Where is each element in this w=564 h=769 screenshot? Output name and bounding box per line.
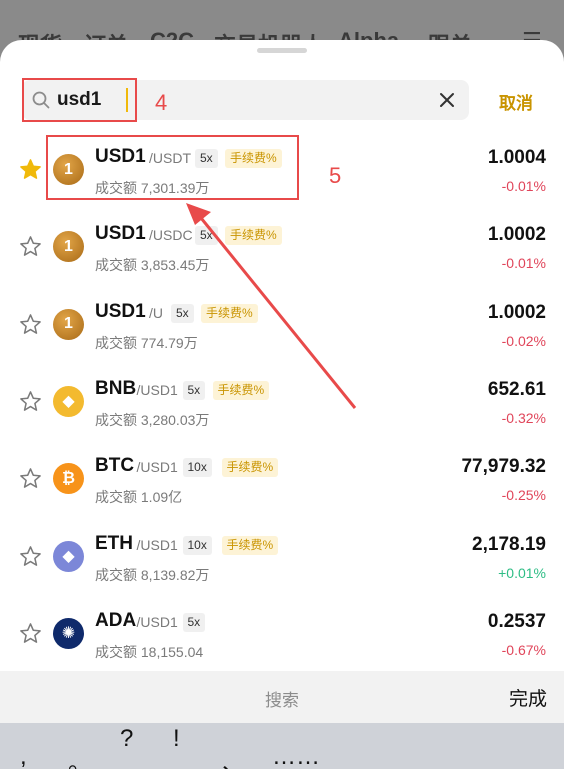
keyboard-toolbar: 搜索 完成 <box>0 671 564 723</box>
key-enumeration-comma[interactable]: 、 <box>222 743 246 769</box>
btc-coin-icon: ₿ <box>53 463 84 495</box>
star-icon[interactable] <box>19 390 42 413</box>
clear-icon[interactable] <box>438 91 456 109</box>
bnb-coin-icon: ◆ <box>53 385 84 417</box>
fee-badge: 手续费% <box>201 303 258 323</box>
price-text: 1.0004 <box>487 147 546 168</box>
pair-symbol: USD1 <box>95 300 146 322</box>
pair-symbol: BNB <box>95 377 137 399</box>
price-text: 652.61 <box>487 378 546 400</box>
drag-handle[interactable] <box>257 48 307 53</box>
star-icon[interactable] <box>19 622 42 645</box>
fee-badge: 手续费% <box>221 458 279 478</box>
volume-text: 成交额 3,853.45万 <box>95 257 210 274</box>
list-item[interactable]: ✺ ADA/USD1 5x 成交额 18,155.04 0.2537 -0.67% <box>0 604 564 680</box>
change-text: -0.01% <box>501 178 546 194</box>
annotation-box-search <box>22 78 137 122</box>
pair-quote: /USDC <box>149 227 193 244</box>
list-item[interactable]: ◆ BNB/USD1 5x 手续费% 成交额 3,280.03万 652.61 -0.32% <box>0 372 564 449</box>
list-item[interactable]: 1 USD1/USDC 5x 手续费% 成交额 3,853.45万 1.0002 -0.01… <box>0 217 564 294</box>
change-text: -0.25% <box>501 487 546 504</box>
leverage-badge: 10x <box>182 535 212 555</box>
list-item[interactable]: ₿ BTC/USD1 10x 手续费% 成交额 1.09亿 77,979.32 -0.25% <box>0 449 564 526</box>
usd1-coin-icon: 1 <box>53 308 84 340</box>
leverage-badge: 5x <box>195 226 218 246</box>
pair-quote: /U <box>149 304 163 321</box>
pair-quote: /USD1 <box>136 459 178 476</box>
keyboard-title: 搜索 <box>265 691 299 710</box>
volume-text: 成交额 774.79万 <box>95 334 198 351</box>
fee-badge: 手续费% <box>225 226 282 246</box>
star-icon[interactable] <box>19 158 42 181</box>
fee-badge: 手续费% <box>221 535 279 555</box>
annotation-number: 5 <box>329 163 342 188</box>
price-text: 0.2537 <box>487 610 546 632</box>
annotation-number: 4 <box>155 90 168 115</box>
list-item[interactable]: ◆ ETH/USD1 10x 手续费% 成交额 8,139.82万 2,178.19 +0.… <box>0 527 564 604</box>
pair-quote: /USD1 <box>136 613 178 630</box>
change-text: -0.32% <box>501 409 546 426</box>
change-text: -0.67% <box>501 641 546 658</box>
pair-quote: /USD1 <box>136 381 178 398</box>
pair-symbol: USD1 <box>95 223 146 245</box>
star-icon[interactable] <box>19 467 42 490</box>
price-text: 1.0002 <box>487 301 546 323</box>
leverage-badge: 5x <box>182 380 206 400</box>
ada-coin-icon: ✺ <box>53 617 84 649</box>
leverage-badge: 10x <box>182 458 212 478</box>
change-text: -0.02% <box>501 332 546 349</box>
fee-badge: 手续费% <box>212 380 270 400</box>
eth-coin-icon: ◆ <box>53 540 84 572</box>
usd1-coin-icon: 1 <box>53 231 84 263</box>
price-text: 1.0002 <box>487 224 546 246</box>
annotation-box-result <box>46 135 299 200</box>
key-question[interactable]: ? <box>120 725 133 753</box>
volume-text: 成交额 1.09亿 <box>95 489 183 506</box>
change-text: +0.01% <box>498 564 546 581</box>
price-text: 77,979.32 <box>461 456 546 478</box>
star-icon[interactable] <box>19 313 42 336</box>
price-text: 2,178.19 <box>472 533 546 555</box>
key-ellipsis[interactable]: …… <box>272 743 320 769</box>
keyboard: , 。 ? ! 、 …… <box>0 723 564 769</box>
done-button[interactable]: 完成 <box>509 684 547 711</box>
volume-text: 成交额 3,280.03万 <box>95 411 210 428</box>
pair-symbol: ADA <box>95 609 137 631</box>
key-exclamation[interactable]: ! <box>173 725 180 753</box>
star-icon[interactable] <box>19 235 42 258</box>
leverage-badge: 5x <box>171 303 194 323</box>
key-period[interactable]: 。 <box>68 743 92 769</box>
volume-text: 成交额 18,155.04 <box>95 643 204 660</box>
list-item[interactable]: 1 USD1/U 5x 手续费% 成交额 774.79万 1.0002 -0.02% <box>0 295 564 372</box>
star-icon[interactable] <box>19 545 42 568</box>
pair-symbol: ETH <box>95 532 133 554</box>
pair-symbol: BTC <box>95 455 135 477</box>
leverage-badge: 5x <box>182 612 206 632</box>
volume-text: 成交额 8,139.82万 <box>95 566 210 583</box>
cancel-button[interactable]: 取消 <box>499 89 533 114</box>
pair-quote: /USD1 <box>136 536 178 553</box>
change-text: -0.01% <box>501 255 546 272</box>
key-comma[interactable]: , <box>20 743 27 769</box>
